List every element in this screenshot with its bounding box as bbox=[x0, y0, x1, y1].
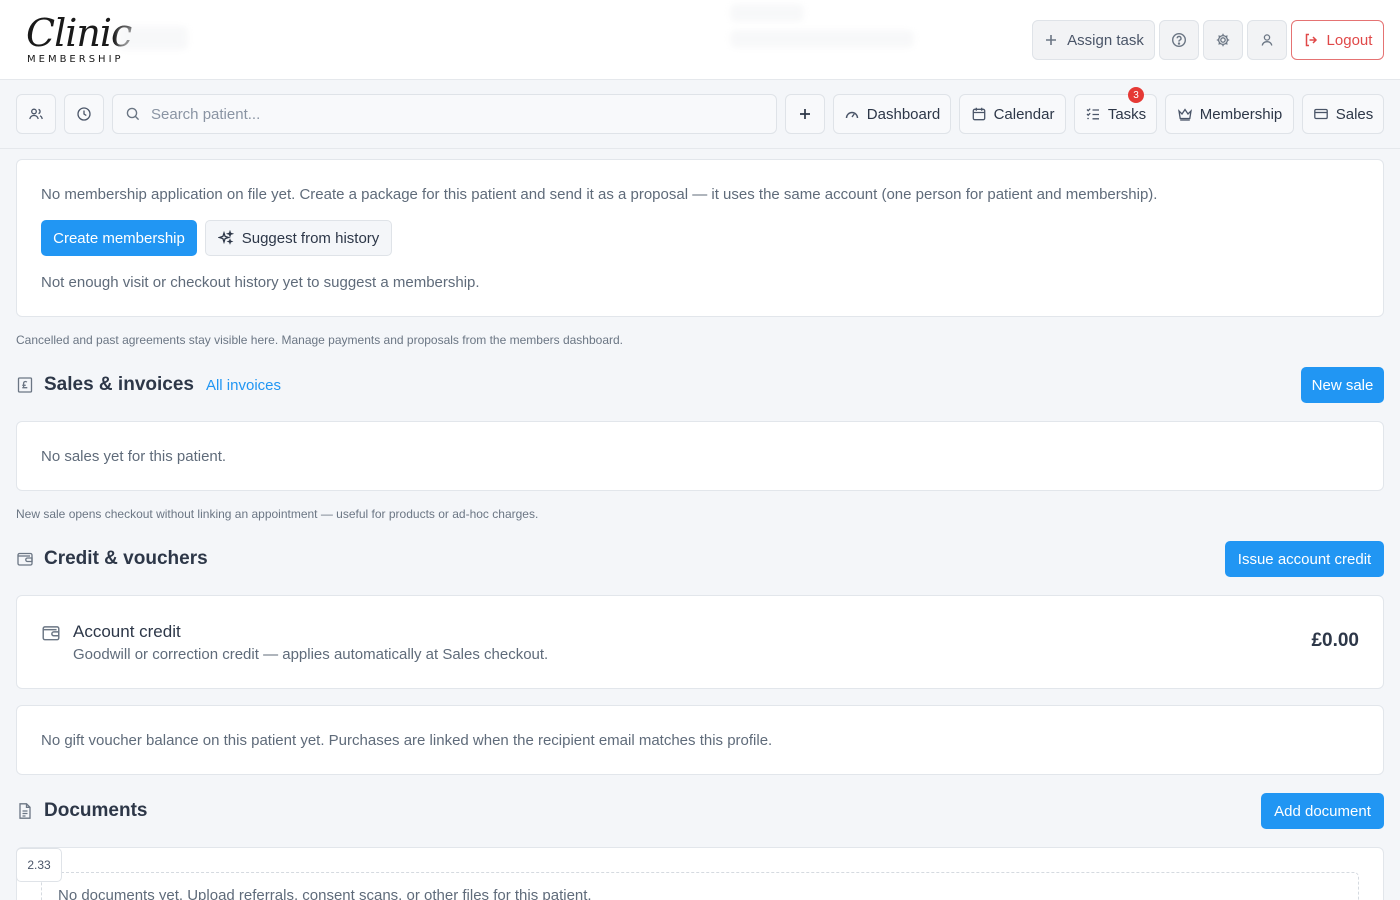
app-header: Clinic MEMBERSHIP Assign task Logout bbox=[0, 0, 1400, 80]
membership-label: Membership bbox=[1199, 105, 1283, 123]
calendar-label: Calendar bbox=[993, 105, 1055, 123]
membership-card: No membership application on file yet. C… bbox=[16, 159, 1384, 317]
account-credit-description: Goodwill or correction credit — applies … bbox=[73, 646, 549, 663]
crown-icon bbox=[1177, 108, 1192, 121]
plus-icon bbox=[1046, 35, 1057, 45]
toolbar: Dashboard Calendar Tasks 3 Membership Sa… bbox=[0, 81, 1400, 149]
help-button[interactable] bbox=[1159, 20, 1199, 60]
voucher-card: No gift voucher balance on this patient … bbox=[16, 705, 1384, 775]
search-input[interactable] bbox=[151, 105, 751, 123]
new-sale-label: New sale bbox=[1311, 376, 1374, 394]
search-icon bbox=[126, 107, 140, 121]
documents-section-title: Documents bbox=[44, 800, 148, 821]
issue-credit-label: Issue account credit bbox=[1237, 550, 1372, 568]
wallet-icon bbox=[42, 626, 60, 641]
suggest-label: Suggest from history bbox=[241, 229, 380, 247]
sales-section-title: Sales & invoices bbox=[44, 374, 194, 395]
sales-card: No sales yet for this patient. bbox=[16, 421, 1384, 491]
account-credit-card: Account credit Goodwill or correction cr… bbox=[16, 595, 1384, 689]
document-icon bbox=[19, 803, 31, 819]
recent-button[interactable] bbox=[64, 94, 104, 134]
assign-task-button[interactable]: Assign task bbox=[1032, 20, 1155, 60]
calendar-button[interactable]: Calendar bbox=[959, 94, 1066, 134]
receipt-pound-icon bbox=[17, 377, 33, 393]
sales-section-header: Sales & invoices All invoices bbox=[16, 374, 281, 396]
documents-dropzone[interactable]: No documents yet. Upload referrals, cons… bbox=[41, 872, 1359, 900]
version-indicator: 2.33 bbox=[16, 848, 62, 882]
wallet-icon bbox=[17, 552, 33, 566]
create-membership-button[interactable]: Create membership bbox=[41, 220, 197, 256]
logo-subtitle: MEMBERSHIP bbox=[27, 54, 124, 65]
create-membership-label: Create membership bbox=[53, 229, 185, 247]
logout-button[interactable]: Logout bbox=[1291, 20, 1384, 60]
add-document-label: Add document bbox=[1274, 802, 1371, 820]
tasks-button[interactable]: Tasks 3 bbox=[1074, 87, 1157, 134]
membership-note: Cancelled and past agreements stay visib… bbox=[16, 333, 624, 347]
assign-task-label: Assign task bbox=[1067, 31, 1144, 49]
suggest-from-history-button[interactable]: Suggest from history bbox=[205, 220, 392, 256]
voucher-empty-message: No gift voucher balance on this patient … bbox=[41, 732, 773, 749]
credit-card-icon bbox=[1313, 108, 1328, 120]
add-document-button[interactable]: Add document bbox=[1261, 793, 1384, 829]
documents-card: No documents yet. Upload referrals, cons… bbox=[16, 847, 1384, 900]
profile-button[interactable] bbox=[1247, 20, 1287, 60]
membership-button[interactable]: Membership bbox=[1165, 94, 1294, 134]
membership-empty-message: No membership application on file yet. C… bbox=[41, 186, 1158, 203]
dashboard-button[interactable]: Dashboard bbox=[833, 94, 951, 134]
tasks-count-badge: 3 bbox=[1128, 87, 1144, 103]
calendar-icon bbox=[972, 107, 985, 121]
user-icon bbox=[1261, 34, 1273, 46]
gear-icon bbox=[1216, 33, 1230, 47]
add-button[interactable] bbox=[785, 94, 825, 134]
settings-button[interactable] bbox=[1203, 20, 1243, 60]
blurred-patient-name bbox=[118, 26, 188, 50]
account-credit-title: Account credit bbox=[73, 622, 181, 641]
new-sale-button[interactable]: New sale bbox=[1301, 367, 1384, 403]
sparkles-icon bbox=[217, 230, 234, 245]
patient-search[interactable] bbox=[112, 94, 777, 134]
history-note: Not enough visit or checkout history yet… bbox=[41, 274, 480, 291]
sales-empty-message: No sales yet for this patient. bbox=[41, 448, 227, 465]
plus-icon bbox=[800, 109, 810, 119]
patients-button[interactable] bbox=[16, 94, 56, 134]
users-icon bbox=[29, 108, 43, 120]
tasks-label: Tasks bbox=[1107, 105, 1147, 123]
dashboard-label: Dashboard bbox=[866, 105, 941, 123]
all-invoices-link[interactable]: All invoices bbox=[206, 377, 281, 394]
issue-account-credit-button[interactable]: Issue account credit bbox=[1225, 541, 1384, 577]
logout-icon bbox=[1305, 33, 1317, 47]
checklist-icon bbox=[1086, 108, 1099, 120]
sales-button[interactable]: Sales bbox=[1302, 94, 1384, 134]
documents-section-header: Documents bbox=[16, 800, 147, 822]
credit-section-header: Credit & vouchers bbox=[16, 548, 208, 570]
logo-script: Clinic bbox=[26, 11, 132, 55]
documents-empty-message: No documents yet. Upload referrals, cons… bbox=[58, 887, 592, 900]
blurred-patient-details bbox=[730, 4, 804, 22]
clock-icon bbox=[77, 107, 91, 121]
sales-note: New sale opens checkout without linking … bbox=[16, 507, 539, 521]
account-credit-amount: £0.00 bbox=[1311, 630, 1359, 651]
gauge-icon bbox=[845, 111, 858, 119]
credit-section-title: Credit & vouchers bbox=[44, 548, 208, 569]
sales-label: Sales bbox=[1335, 105, 1374, 123]
logout-label: Logout bbox=[1326, 31, 1373, 49]
help-icon bbox=[1171, 32, 1187, 48]
blurred-patient-email bbox=[730, 30, 914, 48]
